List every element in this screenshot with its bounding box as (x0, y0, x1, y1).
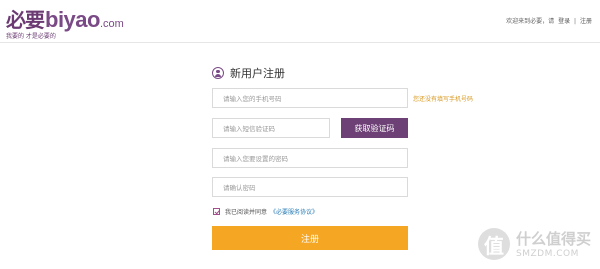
confirm-placeholder: 请确认密码 (223, 184, 256, 192)
login-link[interactable]: 登录 (558, 18, 570, 25)
logo-chinese: 必要 (6, 8, 45, 32)
password-input[interactable]: 请输入您要设置的密码 (212, 148, 408, 168)
site-header: 必要 biyao .com 我要的 才是必要的 欢迎来到必要，请 登录 | 注册 (0, 0, 600, 43)
phone-placeholder: 请输入您的手机号码 (223, 95, 282, 103)
agreement-row: 我已阅读并同意 《必要服务协议》 (213, 207, 318, 216)
phone-hint: 您还没有填写手机号码 (413, 96, 474, 103)
confirm-password-input[interactable]: 请确认密码 (212, 177, 408, 197)
logo-english: biyao (45, 7, 100, 32)
watermark-logo-icon: 值 (478, 228, 510, 260)
logo-wordmark: 必要 biyao .com (6, 4, 124, 33)
sms-code-input[interactable]: 请输入短信验证码 (212, 118, 330, 138)
welcome-text: 欢迎来到必要，请 (506, 18, 555, 25)
smzdm-watermark: 值 什么值得买 SMZDM.COM (478, 226, 596, 266)
agree-text: 我已阅读并同意 (225, 209, 268, 216)
site-logo[interactable]: 必要 biyao .com 我要的 才是必要的 (6, 4, 124, 40)
watermark-chinese: 什么值得买 (516, 230, 592, 248)
top-user-links: 欢迎来到必要，请 登录 | 注册 (504, 16, 592, 25)
sms-code-placeholder: 请输入短信验证码 (223, 125, 275, 133)
logo-tld: .com (99, 18, 124, 30)
agreement-link[interactable]: 《必要服务协议》 (270, 207, 318, 216)
register-form-heading: 新用户注册 (212, 64, 482, 82)
link-separator: | (574, 18, 577, 25)
register-link[interactable]: 注册 (580, 18, 592, 25)
register-submit-button[interactable]: 注册 (212, 226, 408, 250)
watermark-english: SMZDM.COM (516, 249, 579, 259)
phone-input[interactable]: 请输入您的手机号码 (212, 88, 408, 108)
agree-checkbox[interactable] (213, 208, 220, 215)
user-icon (212, 67, 224, 79)
get-code-button[interactable]: 获取验证码 (341, 118, 408, 138)
password-placeholder: 请输入您要设置的密码 (223, 155, 288, 163)
form-title: 新用户注册 (230, 67, 285, 80)
